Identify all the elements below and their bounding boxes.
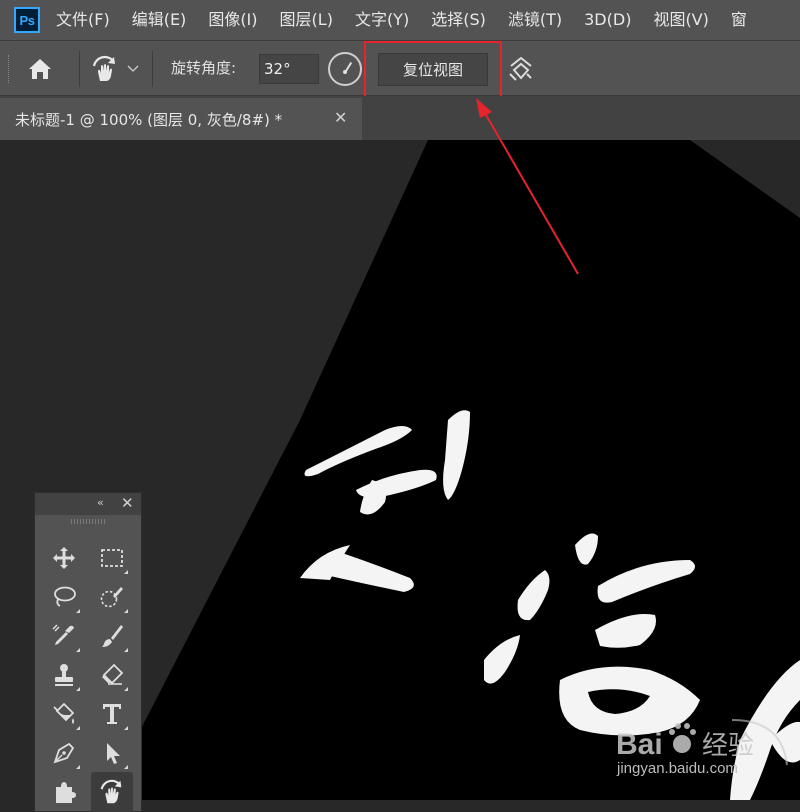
- pen-tool[interactable]: [47, 736, 81, 770]
- options-bar-grip[interactable]: [8, 55, 11, 83]
- tool-group-indicator: [124, 726, 128, 730]
- path-selection-tool[interactable]: [95, 736, 129, 770]
- type-icon: [103, 704, 121, 724]
- menu-file[interactable]: 文件(F): [56, 0, 110, 40]
- move-icon: [53, 547, 75, 569]
- document-tab[interactable]: 未标题-1 @ 100% (图层 0, 灰色/8#) * ✕: [0, 98, 362, 140]
- custom-shape-tool[interactable]: [47, 775, 81, 809]
- tool-group-indicator: [124, 570, 128, 574]
- reset-view-button[interactable]: 复位视图: [378, 53, 488, 86]
- tools-panel: ‹‹ ✕: [34, 492, 142, 812]
- menu-3d[interactable]: 3D(D): [584, 0, 631, 40]
- clone-stamp-tool[interactable]: [47, 658, 81, 692]
- eraser-tool[interactable]: [95, 658, 129, 692]
- watermark-url: jingyan.baidu.com: [617, 760, 738, 777]
- pen-icon: [53, 742, 75, 764]
- menu-bar: Ps 文件(F) 编辑(E) 图像(I) 图层(L) 文字(Y) 选择(S) 滤…: [0, 0, 800, 40]
- menu-image[interactable]: 图像(I): [208, 0, 257, 40]
- rotate-view-tool[interactable]: [91, 772, 133, 812]
- rotation-dial[interactable]: [328, 52, 362, 86]
- quick-select-icon: [100, 587, 123, 608]
- tool-group-indicator: [124, 609, 128, 613]
- home-icon: [29, 59, 51, 79]
- quick-selection-tool[interactable]: [95, 580, 129, 614]
- tool-group-indicator: [124, 648, 128, 652]
- marquee-tool[interactable]: [95, 541, 129, 575]
- paint-bucket-tool[interactable]: [47, 697, 81, 731]
- path-select-icon: [107, 743, 120, 764]
- separator: [152, 51, 153, 87]
- document-tab-bar: 未标题-1 @ 100% (图层 0, 灰色/8#) * ✕: [0, 96, 800, 140]
- stamp-icon: [55, 664, 73, 686]
- close-icon[interactable]: ✕: [334, 108, 347, 127]
- photoshop-logo: Ps: [14, 7, 40, 33]
- tool-group-indicator: [76, 765, 80, 769]
- chevron-down-icon[interactable]: [127, 63, 139, 73]
- puzzle-icon: [56, 782, 76, 803]
- separator: [79, 51, 80, 87]
- options-bar: 旋转角度: 32° 复位视图: [0, 40, 800, 96]
- collapse-icon[interactable]: ‹‹: [97, 496, 104, 509]
- document-tab-title: 未标题-1 @ 100% (图层 0, 灰色/8#) *: [15, 110, 283, 129]
- rotation-angle-input[interactable]: 32°: [259, 54, 319, 84]
- baidu-jingyan-watermark: Bai 经验: [616, 719, 788, 766]
- rotation-dial-center: [343, 70, 347, 74]
- move-tool[interactable]: [47, 541, 81, 575]
- tools-panel-header[interactable]: ‹‹ ✕: [35, 493, 141, 515]
- menu-filter[interactable]: 滤镜(T): [508, 0, 562, 40]
- menu-edit[interactable]: 编辑(E): [132, 0, 187, 40]
- tool-group-indicator: [124, 687, 128, 691]
- eraser-icon: [102, 663, 124, 685]
- home-button[interactable]: [26, 56, 54, 82]
- tool-group-indicator: [124, 765, 128, 769]
- menu-type[interactable]: 文字(Y): [355, 0, 409, 40]
- menu-select[interactable]: 选择(S): [431, 0, 486, 40]
- rotation-angle-label: 旋转角度:: [171, 59, 237, 77]
- rotate-view-icon: [100, 779, 122, 804]
- tools-panel-grip[interactable]: [71, 519, 105, 524]
- svg-text:Bai: Bai: [616, 728, 663, 761]
- rect-marquee-icon: [101, 549, 123, 567]
- type-tool[interactable]: [95, 697, 129, 731]
- lasso-icon: [54, 586, 76, 607]
- paint-bucket-icon: [53, 702, 75, 724]
- lasso-tool[interactable]: [47, 580, 81, 614]
- eyedropper-icon: [52, 624, 74, 645]
- menu-window[interactable]: 窗: [731, 0, 747, 40]
- menu-view[interactable]: 视图(V): [653, 0, 708, 40]
- brush-tool[interactable]: [95, 619, 129, 653]
- brush-icon: [102, 625, 123, 647]
- tool-group-indicator: [76, 609, 80, 613]
- rotate-view-icon: [92, 55, 115, 81]
- tool-preset-picker[interactable]: [88, 54, 122, 84]
- close-icon[interactable]: ✕: [121, 494, 134, 512]
- menu-layer[interactable]: 图层(L): [280, 0, 333, 40]
- tool-group-indicator: [76, 726, 80, 730]
- rotate-all-windows-icon[interactable]: [506, 54, 536, 84]
- tool-group-indicator: [76, 648, 80, 652]
- watermark-brand-text: 经验: [702, 731, 754, 761]
- eyedropper-tool[interactable]: [47, 619, 81, 653]
- tool-group-indicator: [76, 687, 80, 691]
